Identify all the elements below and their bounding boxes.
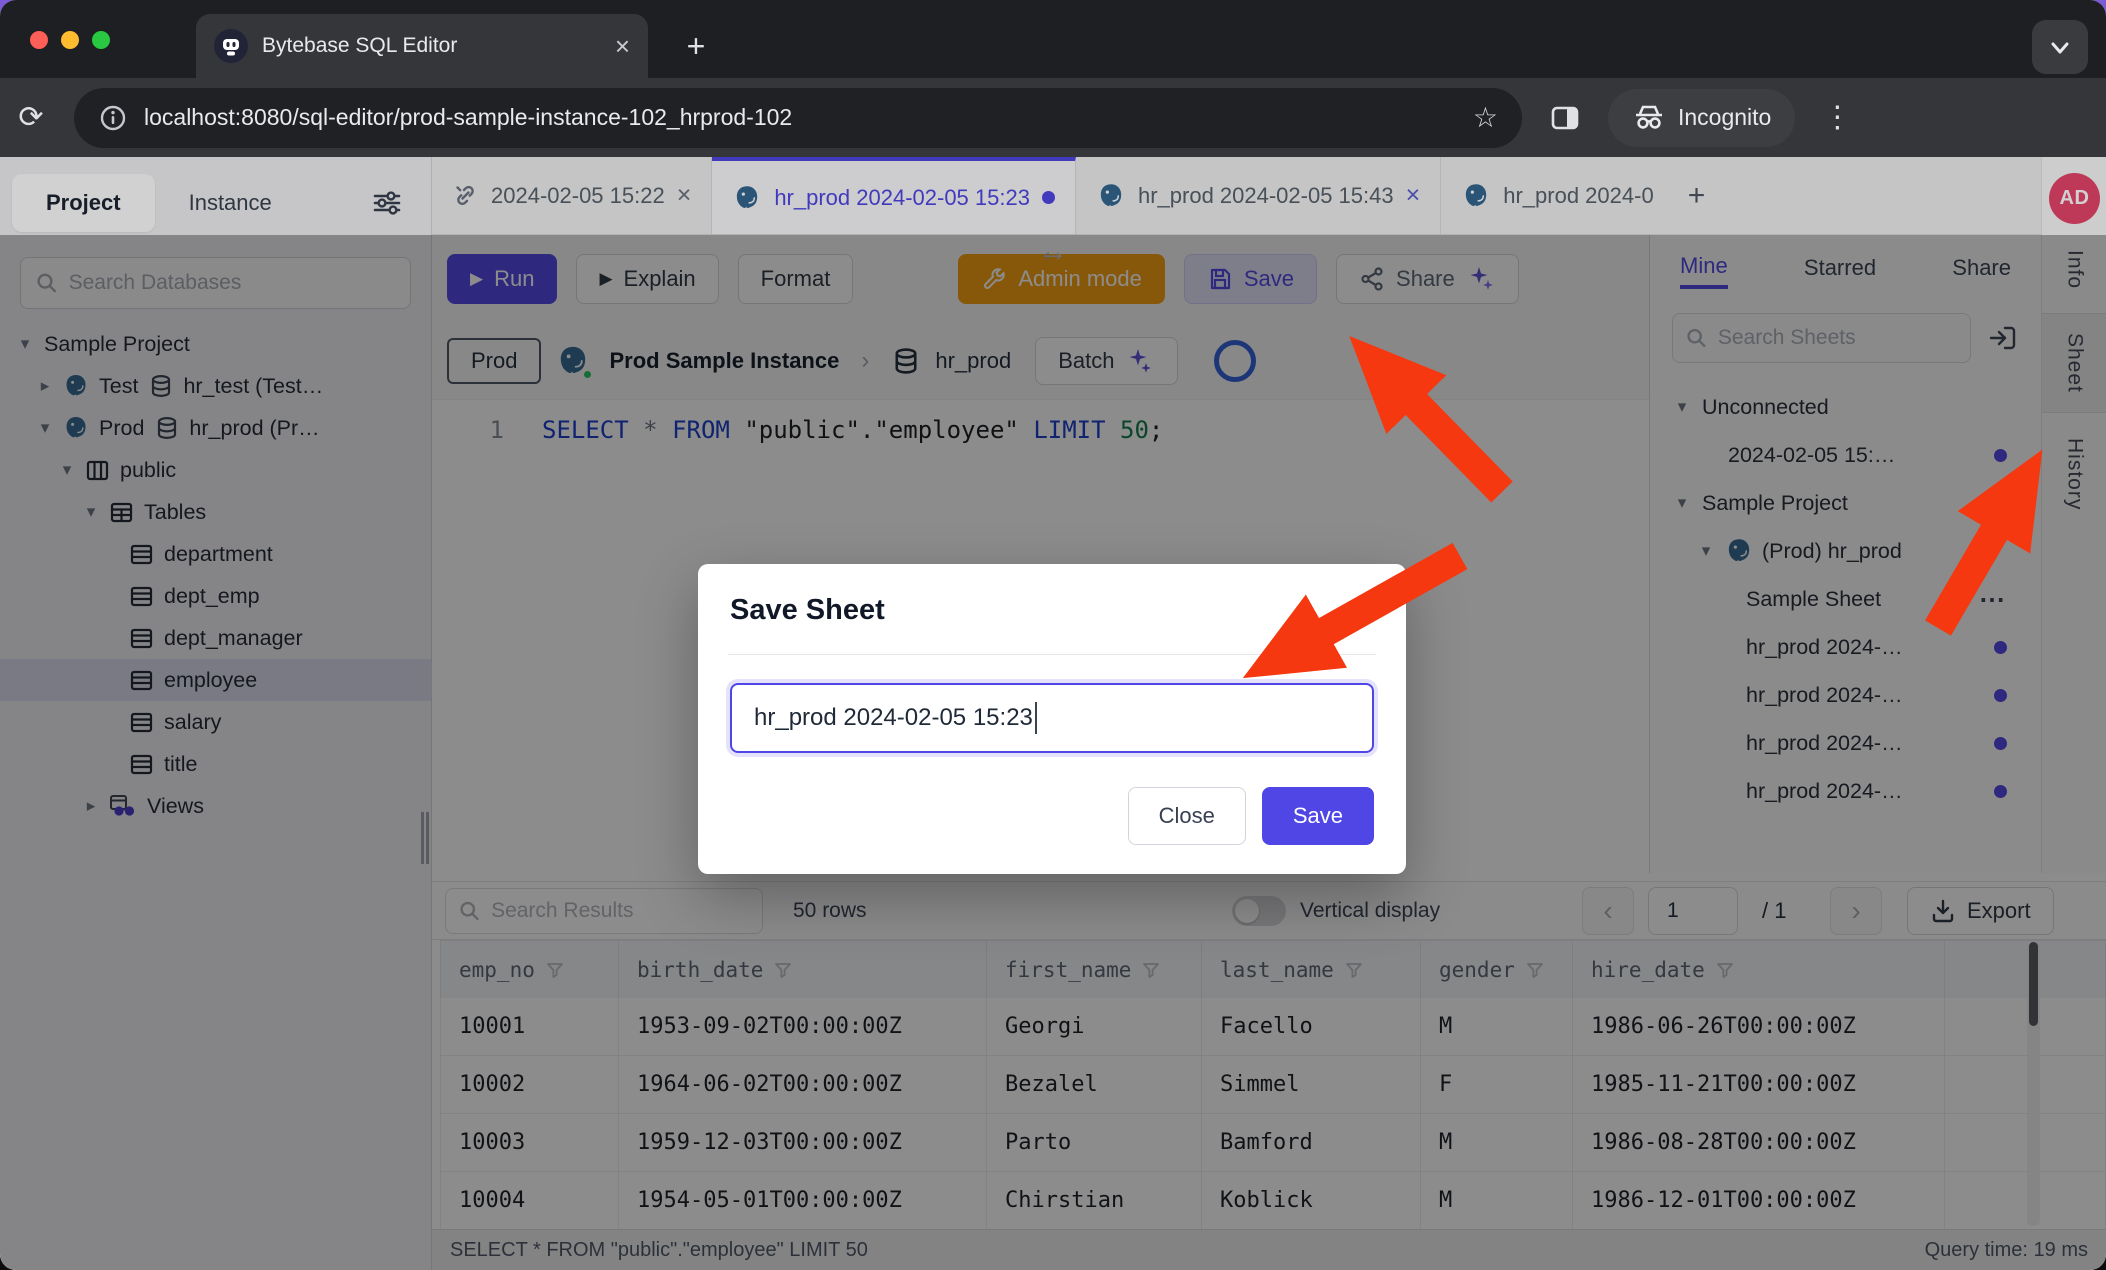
chevron-down-icon xyxy=(2047,34,2073,60)
bytebase-favicon-icon xyxy=(214,29,248,63)
sheet-name-value: hr_prod 2024-02-05 15:23 xyxy=(754,704,1033,732)
browser-tab-close-icon[interactable]: × xyxy=(615,33,630,59)
browser-navbar: ← → ⟳ localhost:8080/sql-editor/prod-sam… xyxy=(0,78,2106,157)
bookmark-star-icon[interactable]: ☆ xyxy=(1473,101,1498,134)
dialog-save-button[interactable]: Save xyxy=(1262,787,1374,845)
dialog-close-icon[interactable]: × xyxy=(1354,594,1374,628)
browser-tab[interactable]: Bytebase SQL Editor × xyxy=(196,14,648,78)
browser-tab-title: Bytebase SQL Editor xyxy=(262,34,601,58)
sheet-name-input[interactable]: hr_prod 2024-02-05 15:23 xyxy=(730,683,1374,753)
new-tab-button[interactable]: + xyxy=(672,22,720,70)
reload-button[interactable]: ⟳ xyxy=(0,100,62,135)
address-bar[interactable]: localhost:8080/sql-editor/prod-sample-in… xyxy=(74,88,1522,148)
browser-menu-icon[interactable]: ⋮ xyxy=(1817,100,1857,135)
text-cursor xyxy=(1035,702,1037,734)
dialog-close-button[interactable]: Close xyxy=(1128,787,1246,845)
dialog-title: Save Sheet xyxy=(730,594,885,627)
incognito-label: Incognito xyxy=(1678,104,1771,131)
url-text: localhost:8080/sql-editor/prod-sample-in… xyxy=(144,104,1457,131)
incognito-badge: Incognito xyxy=(1608,89,1795,147)
zoom-window-button[interactable] xyxy=(92,31,110,49)
incognito-icon xyxy=(1632,101,1666,135)
minimize-window-button[interactable] xyxy=(61,31,79,49)
macos-traffic-lights xyxy=(30,31,110,49)
dialog-divider xyxy=(728,654,1376,655)
save-sheet-dialog: Save Sheet × hr_prod 2024-02-05 15:23 Cl… xyxy=(698,564,1406,874)
browser-tabstrip: Bytebase SQL Editor × + xyxy=(0,0,2106,78)
side-panel-button[interactable] xyxy=(1548,101,1582,135)
close-window-button[interactable] xyxy=(30,31,48,49)
site-info-icon[interactable] xyxy=(98,103,128,133)
browser-window: Bytebase SQL Editor × + ← → ⟳ localhost:… xyxy=(0,0,2106,1270)
side-panel-icon xyxy=(1548,101,1582,135)
tab-overview-button[interactable] xyxy=(2032,20,2088,74)
